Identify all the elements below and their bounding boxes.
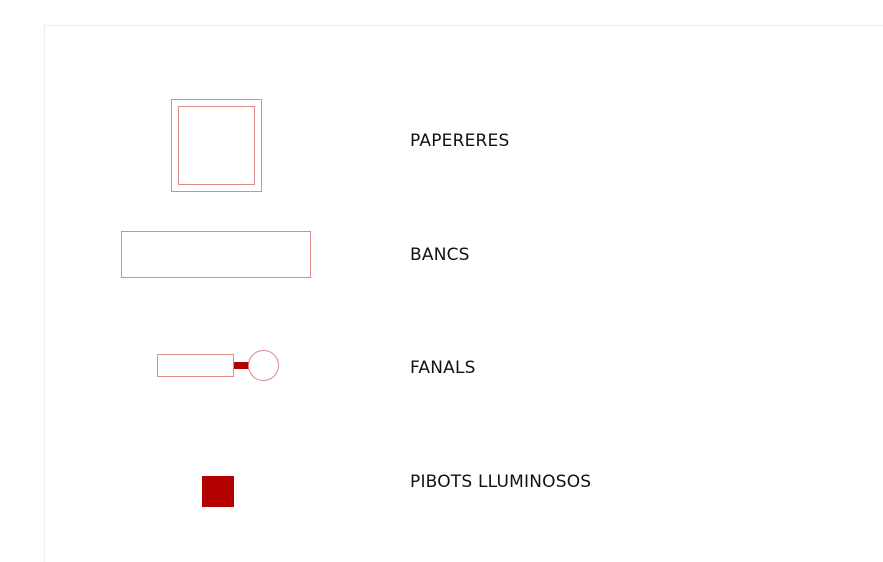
fanal-lamp-circle-icon: [248, 350, 279, 381]
paperera-inner-square-icon: [178, 106, 255, 185]
fanal-body-icon: [157, 354, 234, 377]
legend-page: PAPERERES BANCS FANALS PIBOTS LLUMINOSOS: [0, 0, 883, 562]
legend-label-bancs: BANCS: [410, 245, 470, 265]
legend-label-fanals: FANALS: [410, 358, 476, 378]
banc-rectangle-icon: [121, 231, 311, 278]
legend-label-pibots: PIBOTS LLUMINOSOS: [410, 472, 592, 492]
pibot-filled-square-icon: [202, 476, 234, 507]
legend-label-papereres: PAPERERES: [410, 131, 510, 151]
